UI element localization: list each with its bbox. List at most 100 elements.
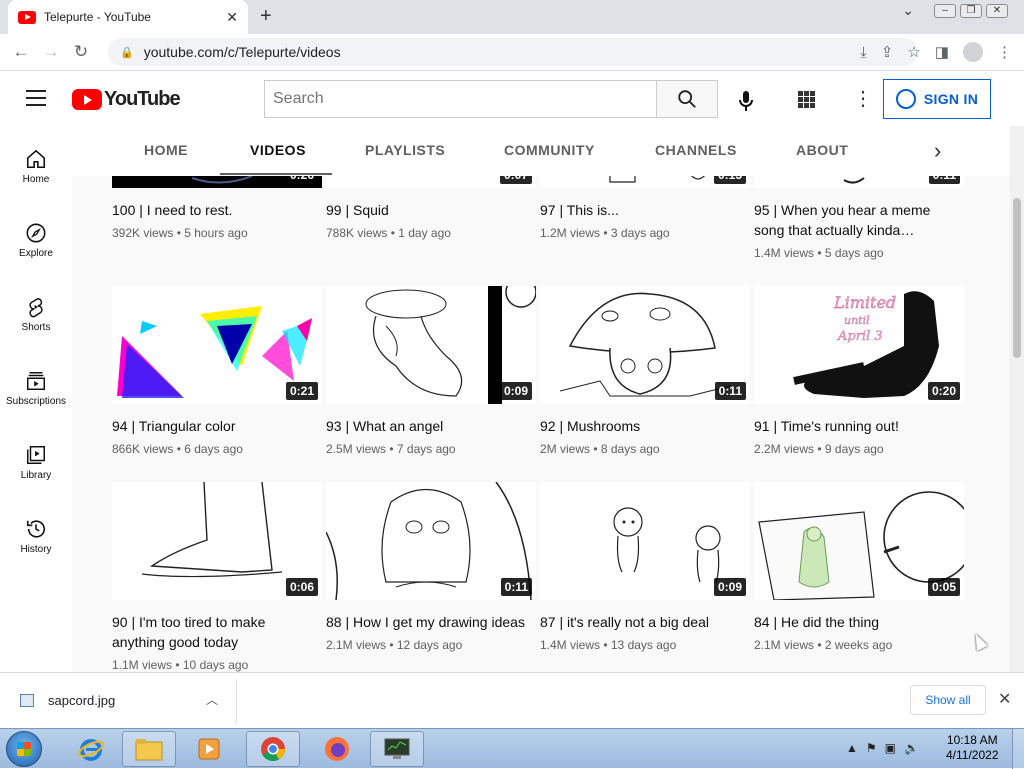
taskbar-file-explorer[interactable]: [122, 731, 176, 767]
video-item[interactable]: 0:09 87 | it's really not a big deal 1.4…: [540, 482, 750, 652]
close-download-shelf-icon[interactable]: ✕: [998, 689, 1011, 709]
lock-icon[interactable]: 🔒: [120, 46, 134, 59]
show-desktop-button[interactable]: [1012, 729, 1024, 769]
profile-avatar-icon[interactable]: [963, 42, 983, 62]
video-thumbnail[interactable]: 0:11: [540, 286, 750, 404]
search-input[interactable]: [264, 80, 656, 118]
video-title[interactable]: 91 | Time's running out!: [754, 416, 964, 436]
taskbar-chrome[interactable]: [246, 731, 300, 767]
share-icon[interactable]: ⇪: [881, 43, 894, 61]
guide-item-subscriptions[interactable]: Subscriptions: [0, 370, 72, 407]
video-thumbnail[interactable]: 0:13: [540, 176, 750, 188]
address-bar[interactable]: 🔒 youtube.com/c/Telepurte/videos: [108, 38, 918, 66]
video-item[interactable]: 0:21 94 | Triangular color 866K views • …: [112, 286, 322, 456]
start-button[interactable]: [6, 731, 42, 767]
video-thumbnail[interactable]: Limited until April 3 0:20: [754, 286, 964, 404]
close-window-button[interactable]: ✕: [986, 3, 1008, 18]
guide-item-home[interactable]: Home: [0, 148, 72, 185]
minimize-button[interactable]: –: [934, 3, 956, 18]
scrollbar-thumb[interactable]: [1013, 198, 1021, 358]
video-thumbnail[interactable]: 0:11: [326, 482, 536, 600]
action-center-flag-icon[interactable]: ⚑: [866, 741, 877, 755]
tab-home[interactable]: HOME: [144, 142, 188, 158]
settings-more-icon[interactable]: ⋮: [853, 89, 873, 109]
video-item[interactable]: 0:05 84 | He did the thing 2.1M views • …: [754, 482, 964, 652]
video-thumbnail[interactable]: 0:09: [326, 286, 536, 404]
forward-button[interactable]: →: [36, 42, 66, 62]
show-all-button[interactable]: Show all: [910, 685, 986, 715]
video-title[interactable]: 97 | This is...: [540, 200, 750, 220]
video-thumbnail[interactable]: 0:11: [754, 176, 964, 188]
tab-about[interactable]: ABOUT: [796, 142, 848, 158]
sign-in-button[interactable]: SIGN IN: [883, 79, 991, 119]
video-item[interactable]: 0:11 92 | Mushrooms 2M views • 8 days ag…: [540, 286, 750, 456]
taskbar-media-player[interactable]: [182, 731, 236, 767]
tab-videos[interactable]: VIDEOS: [250, 142, 306, 158]
video-title[interactable]: 95 | When you hear a meme song that actu…: [754, 200, 964, 240]
video-title[interactable]: 87 | it's really not a big deal: [540, 612, 750, 632]
download-item[interactable]: sapcord.jpg: [20, 693, 115, 708]
video-item[interactable]: Limited until April 3 0:20 91 | Time's r…: [754, 286, 964, 456]
browser-tab[interactable]: Telepurte - YouTube ✕: [8, 0, 248, 34]
video-item[interactable]: 0:26 100 | I need to rest. 392K views • …: [112, 176, 322, 240]
duration-badge: 0:07: [499, 176, 532, 184]
bookmark-star-icon[interactable]: ☆: [907, 43, 920, 61]
new-tab-button[interactable]: +: [260, 5, 272, 28]
tabs-scroll-right-icon[interactable]: ›: [934, 138, 941, 164]
video-item[interactable]: 0:09 93 | What an angel 2.5M views • 7 d…: [326, 286, 536, 456]
install-app-icon[interactable]: ⤓: [860, 44, 867, 61]
search-button[interactable]: [656, 80, 718, 118]
url-text[interactable]: youtube.com/c/Telepurte/videos: [144, 44, 341, 60]
video-thumbnail[interactable]: 0:21: [112, 286, 322, 404]
taskbar-task-manager[interactable]: [370, 731, 424, 767]
taskbar-internet-explorer[interactable]: [64, 731, 118, 767]
reload-button[interactable]: ↻: [66, 42, 96, 62]
guide-item-library[interactable]: Library: [0, 444, 72, 481]
video-title[interactable]: 100 | I need to rest.: [112, 200, 322, 220]
video-thumbnail[interactable]: 0:26: [112, 176, 322, 188]
tab-channels[interactable]: CHANNELS: [655, 142, 737, 158]
video-title[interactable]: 94 | Triangular color: [112, 416, 322, 436]
video-item[interactable]: 0:13 97 | This is... 1.2M views • 3 days…: [540, 176, 750, 240]
taskbar-firefox[interactable]: [310, 731, 364, 767]
duration-badge: 0:21: [285, 382, 318, 400]
side-panel-icon[interactable]: ◨: [935, 43, 949, 61]
guide-item-history[interactable]: History: [0, 518, 72, 555]
download-file-name[interactable]: sapcord.jpg: [48, 693, 115, 708]
tab-search-chevron-icon[interactable]: ⌄: [902, 2, 914, 19]
video-title[interactable]: 90 | I'm too tired to make anything good…: [112, 612, 322, 652]
video-item[interactable]: 0:11 88 | How I get my drawing ideas 2.1…: [326, 482, 536, 652]
video-item[interactable]: 0:07 99 | Squid 788K views • 1 day ago: [326, 176, 536, 240]
browser-menu-icon[interactable]: ⋮: [997, 43, 1012, 61]
video-thumbnail[interactable]: 0:05: [754, 482, 964, 600]
duration-badge: 0:06: [285, 578, 318, 596]
volume-icon[interactable]: 🔈: [904, 741, 919, 755]
video-title[interactable]: 93 | What an angel: [326, 416, 536, 436]
back-button[interactable]: ←: [6, 42, 36, 62]
video-thumbnail[interactable]: 0:07: [326, 176, 536, 188]
guide-item-explore[interactable]: Explore: [0, 222, 72, 259]
tab-playlists[interactable]: PLAYLISTS: [365, 142, 445, 158]
show-hidden-icons-icon[interactable]: ▲: [846, 741, 858, 755]
download-options-chevron-icon[interactable]: ︿: [206, 691, 218, 708]
video-title[interactable]: 99 | Squid: [326, 200, 536, 220]
menu-icon[interactable]: [26, 90, 46, 106]
video-title[interactable]: 92 | Mushrooms: [540, 416, 750, 436]
video-title[interactable]: 88 | How I get my drawing ideas: [326, 612, 536, 632]
video-item[interactable]: 0:06 90 | I'm too tired to make anything…: [112, 482, 322, 672]
guide-item-shorts[interactable]: Shorts: [0, 296, 72, 333]
folder-icon: [135, 739, 163, 761]
video-item[interactable]: 0:11 95 | When you hear a meme song that…: [754, 176, 964, 260]
tab-community[interactable]: COMMUNITY: [504, 142, 595, 158]
maximize-button[interactable]: ❐: [960, 3, 982, 18]
youtube-logo[interactable]: YouTube: [72, 88, 181, 111]
voice-search-button[interactable]: [736, 90, 756, 117]
video-thumbnail[interactable]: 0:06: [112, 482, 322, 600]
system-clock[interactable]: 10:18 AM 4/11/2022: [946, 733, 999, 763]
network-icon[interactable]: ▣: [885, 741, 896, 755]
apps-grid-icon[interactable]: [798, 91, 815, 108]
close-tab-icon[interactable]: ✕: [226, 9, 238, 26]
video-thumbnail[interactable]: 0:09: [540, 482, 750, 600]
video-title[interactable]: 84 | He did the thing: [754, 612, 964, 632]
page-scrollbar[interactable]: [1010, 126, 1024, 672]
